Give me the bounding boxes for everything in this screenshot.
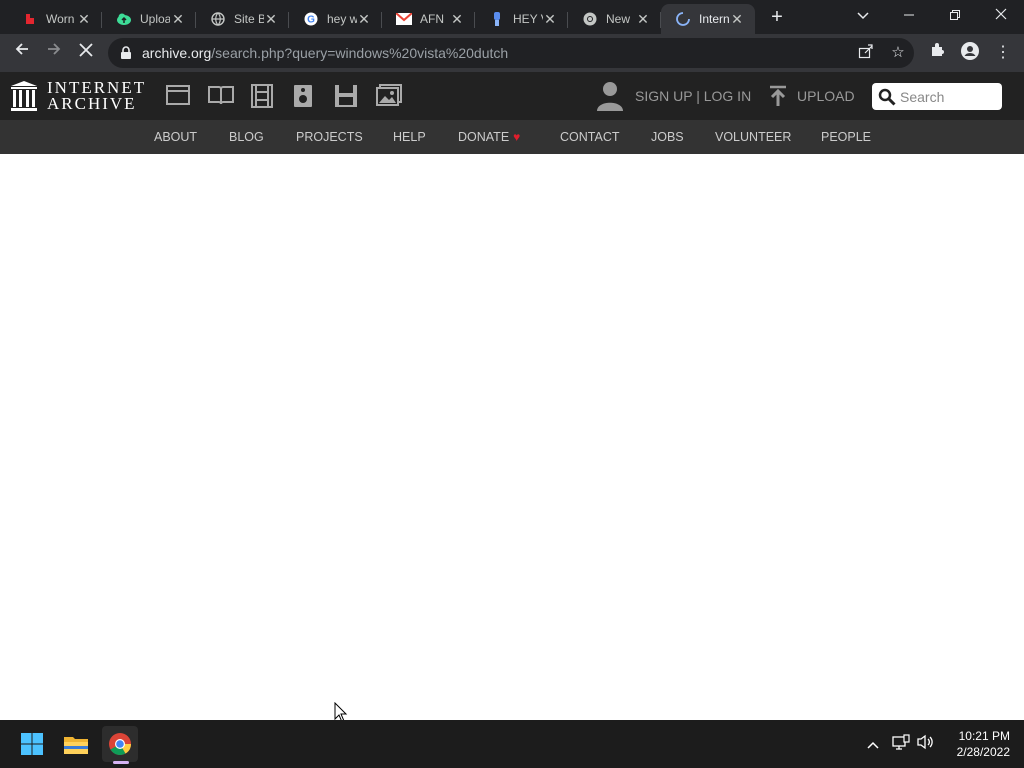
tab-title: Intern	[699, 12, 729, 26]
tab-title: HEY V	[513, 12, 543, 26]
active-app-indicator	[113, 761, 129, 764]
start-button[interactable]	[14, 726, 50, 762]
globe-icon	[210, 11, 226, 27]
tab-title: Worn	[46, 12, 75, 26]
lock-icon[interactable]	[120, 46, 134, 60]
share-icon[interactable]	[856, 43, 876, 63]
chrome-icon	[109, 733, 131, 755]
chrome-icon	[582, 11, 598, 27]
user-avatar-icon[interactable]	[596, 80, 624, 112]
close-window-button[interactable]	[978, 0, 1024, 30]
images-icon[interactable]	[376, 84, 402, 108]
archive-nav-bar: ABOUT BLOG PROJECTS HELP DONATE ♥ CONTACT…	[0, 120, 1024, 154]
upload-link[interactable]: UPLOAD	[797, 88, 855, 104]
tab-2[interactable]: Uploa ✕	[102, 4, 196, 34]
extensions-puzzle-icon[interactable]	[926, 41, 950, 65]
tab-title: hey w	[327, 12, 357, 26]
texts-book-icon[interactable]	[208, 84, 234, 108]
heart-icon: ♥	[513, 130, 521, 144]
tab-8-active[interactable]: Intern ✕	[661, 4, 755, 34]
windows-taskbar: 10:21 PM 2/28/2022	[0, 720, 1024, 768]
tab-1[interactable]: Worn ✕	[8, 4, 102, 34]
browser-tab-strip: Worn ✕ Uploa ✕ Site B ✕ G hey w ✕ AFN ✕	[0, 0, 1024, 34]
audio-speaker-icon[interactable]	[292, 84, 318, 108]
address-bar[interactable]: archive.org/search.php?query=windows%20v…	[108, 38, 914, 68]
restore-button[interactable]	[932, 0, 978, 30]
close-icon[interactable]: ✕	[542, 11, 558, 27]
windows-logo-icon	[21, 733, 43, 755]
tab-title: New	[606, 12, 631, 26]
tab-7[interactable]: New ✕	[568, 4, 661, 34]
archive-logo-icon[interactable]	[10, 80, 38, 112]
url-path: /search.php?query=windows%20vista%20dutc…	[211, 45, 509, 61]
loading-spinner-icon	[675, 11, 691, 27]
svg-text:G: G	[307, 15, 315, 26]
signup-login-link[interactable]: SIGN UP | LOG IN	[635, 88, 751, 104]
system-clock[interactable]: 10:21 PM 2/28/2022	[944, 728, 1010, 760]
close-icon[interactable]: ✕	[170, 11, 186, 27]
nav-volunteer[interactable]: VOLUNTEER	[715, 130, 791, 144]
tab-3[interactable]: Site B ✕	[196, 4, 289, 34]
file-explorer-button[interactable]	[58, 726, 94, 762]
chrome-taskbar-button[interactable]	[102, 726, 138, 762]
gmail-icon	[396, 11, 412, 27]
back-arrow-icon[interactable]	[10, 41, 34, 65]
tab-search-chevron-icon[interactable]	[840, 0, 886, 30]
google-icon: G	[303, 11, 319, 27]
web-icon[interactable]	[166, 84, 192, 108]
url-host: archive.org	[142, 45, 212, 61]
network-icon[interactable]	[891, 734, 911, 754]
cloud-upload-icon	[116, 11, 132, 27]
nav-people[interactable]: PEOPLE	[821, 130, 871, 144]
close-icon[interactable]: ✕	[729, 11, 745, 27]
minimize-button[interactable]	[886, 0, 932, 30]
nav-contact[interactable]: CONTACT	[560, 130, 620, 144]
volume-icon[interactable]	[916, 734, 936, 754]
forward-arrow-icon[interactable]	[42, 41, 66, 65]
show-hidden-icons-chevron-icon[interactable]	[863, 734, 883, 754]
bookmark-star-icon[interactable]: ☆	[888, 43, 908, 63]
archive-search-box[interactable]	[872, 83, 1002, 110]
new-tab-button[interactable]: +	[766, 7, 788, 29]
profile-icon[interactable]	[958, 41, 982, 65]
url-text[interactable]: archive.org/search.php?query=windows%20v…	[142, 45, 508, 61]
nav-donate[interactable]: DONATE ♥	[458, 130, 520, 144]
nav-help[interactable]: HELP	[393, 130, 426, 144]
tab-title: Uploa	[140, 12, 170, 26]
tab-5[interactable]: AFN ✕	[382, 4, 475, 34]
upload-arrow-icon[interactable]	[768, 85, 788, 107]
clock-time: 10:21 PM	[958, 729, 1010, 743]
close-icon[interactable]: ✕	[76, 11, 92, 27]
archive-search-input[interactable]	[898, 86, 1000, 108]
folder-icon	[64, 737, 88, 754]
logo-line-2: ARCHIVE	[47, 94, 137, 113]
nav-blog[interactable]: BLOG	[229, 130, 264, 144]
nav-jobs[interactable]: JOBS	[651, 130, 684, 144]
archive-header: INTERNET ARCHIVE SIGN UP | LOG IN UPLOAD	[0, 72, 1024, 120]
tab-6[interactable]: HEY V ✕	[475, 4, 568, 34]
tab-title: AFN	[420, 12, 444, 26]
nav-projects[interactable]: PROJECTS	[296, 130, 363, 144]
tab-title: Site B	[234, 12, 264, 26]
stop-loading-icon[interactable]	[74, 41, 98, 65]
youtube-red-icon	[22, 11, 38, 27]
menu-kebab-icon[interactable]: ⋮	[991, 41, 1015, 65]
close-icon[interactable]: ✕	[356, 11, 372, 27]
close-icon[interactable]: ✕	[635, 11, 651, 27]
page-content-loading	[0, 154, 1024, 720]
nav-about[interactable]: ABOUT	[154, 130, 197, 144]
nav-donate-label: DONATE	[458, 130, 510, 144]
archive-logo-text[interactable]: INTERNET ARCHIVE	[47, 79, 146, 113]
bot-icon	[489, 11, 505, 27]
clock-date: 2/28/2022	[956, 745, 1010, 759]
tab-4[interactable]: G hey w ✕	[289, 4, 382, 34]
software-floppy-icon[interactable]	[334, 84, 360, 108]
browser-toolbar: archive.org/search.php?query=windows%20v…	[0, 34, 1024, 72]
close-icon[interactable]: ✕	[263, 11, 279, 27]
search-icon[interactable]	[878, 88, 896, 106]
close-icon[interactable]: ✕	[449, 11, 465, 27]
video-film-icon[interactable]	[250, 84, 276, 108]
